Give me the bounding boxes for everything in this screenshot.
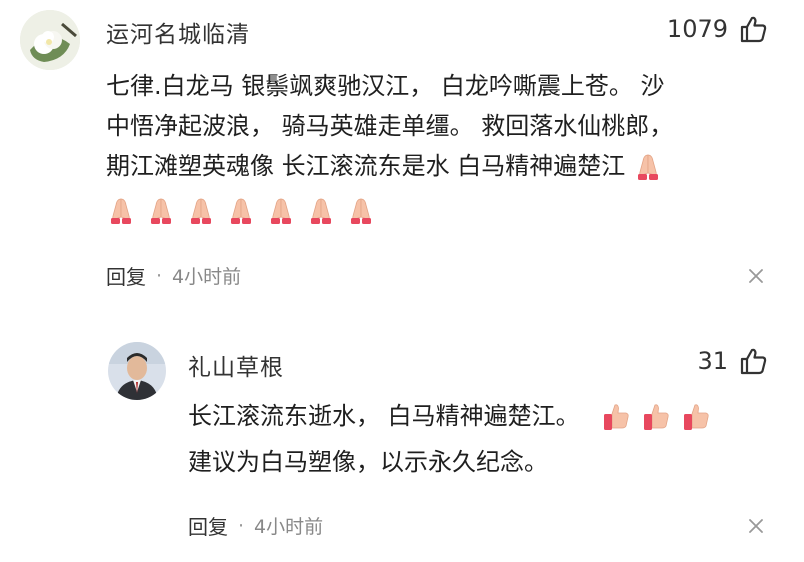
folded-hands-emoji bbox=[311, 198, 331, 224]
emoji-row bbox=[633, 152, 673, 182]
comment-line: 期江滩塑英魂像 长江滚流东是水 白马精神遍楚江 bbox=[106, 146, 673, 186]
thumbs-up-emoji bbox=[604, 404, 629, 430]
folded-hands-emoji bbox=[271, 198, 291, 224]
comment-meta: 回复 · 4小时前 bbox=[106, 261, 241, 290]
reply-button[interactable]: 回复 bbox=[188, 511, 228, 540]
reply-line: 建议为白马塑像，以示永久纪念。 bbox=[188, 448, 548, 476]
thumbs-up-emoji bbox=[644, 404, 669, 430]
emoji-row bbox=[106, 196, 386, 226]
folded-hands-emoji bbox=[637, 154, 658, 180]
comment-line-text: 期江滩塑英魂像 长江滚流东是水 白马精神遍楚江 bbox=[106, 152, 626, 180]
comment-line: 中悟净起波浪， 骑马英雄走单缰。 救回落水仙桃郎， bbox=[106, 112, 674, 140]
comment-line: 七律.白龙马 银鬃飒爽驰汉江， 白龙吟嘶震上苍。 沙 bbox=[106, 72, 665, 100]
reply-username[interactable]: 礼山草根 bbox=[188, 348, 284, 382]
reply-line-text: 长江滚流东逝水， 白马精神遍楚江。 bbox=[188, 402, 580, 430]
close-icon[interactable] bbox=[746, 266, 766, 286]
thumbs-up-icon[interactable] bbox=[738, 346, 768, 376]
comment-like-button[interactable]: 1079 bbox=[667, 14, 768, 44]
reply-like-count: 31 bbox=[697, 347, 728, 375]
folded-hands-emoji bbox=[351, 198, 371, 224]
thumbs-up-emoji bbox=[684, 404, 709, 430]
folded-hands-emoji bbox=[191, 198, 211, 224]
reply-button[interactable]: 回复 bbox=[106, 261, 146, 290]
emoji-line bbox=[106, 186, 673, 226]
thumbs-up-icon[interactable] bbox=[738, 14, 768, 44]
comment-timestamp: 4小时前 bbox=[172, 266, 242, 288]
reply-like-button[interactable]: 31 bbox=[697, 346, 768, 376]
comment-body: 七律.白龙马 银鬃飒爽驰汉江， 白龙吟嘶震上苍。 沙 中悟净起波浪， 骑马英雄走… bbox=[106, 66, 673, 226]
folded-hands-emoji bbox=[111, 198, 131, 224]
avatar[interactable] bbox=[20, 10, 80, 70]
meta-separator: · bbox=[156, 264, 163, 287]
comment-username[interactable]: 运河名城临清 bbox=[106, 15, 250, 49]
reply-timestamp: 4小时前 bbox=[254, 516, 324, 538]
close-icon[interactable] bbox=[746, 516, 766, 536]
reply-meta: 回复 · 4小时前 bbox=[188, 511, 323, 540]
reply-line: 长江滚流东逝水， 白马精神遍楚江。 bbox=[188, 396, 721, 436]
folded-hands-emoji bbox=[231, 198, 251, 224]
comment-like-count: 1079 bbox=[666, 15, 728, 43]
avatar[interactable] bbox=[108, 342, 166, 400]
folded-hands-emoji bbox=[151, 198, 171, 224]
emoji-row bbox=[601, 402, 721, 432]
meta-separator: · bbox=[238, 514, 245, 537]
reply-body: 长江滚流东逝水， 白马精神遍楚江。 建议为白马塑像，以示永久纪念。 bbox=[188, 396, 721, 482]
